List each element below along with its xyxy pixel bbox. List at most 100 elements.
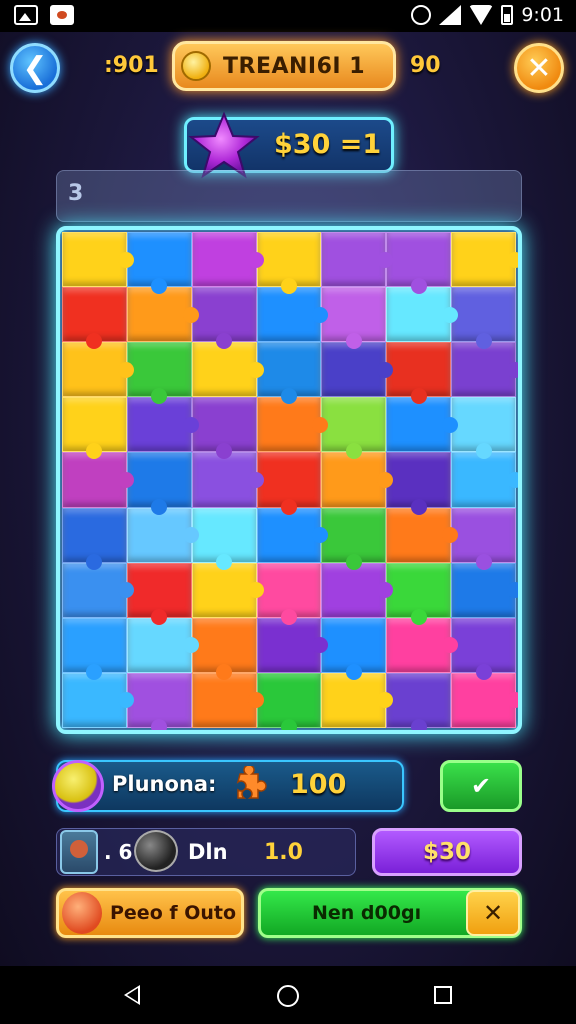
info-strip — [56, 170, 522, 222]
puzzle-tile[interactable] — [451, 507, 516, 570]
power-label: Plunona: — [112, 772, 217, 796]
system-icons: 9:01 — [411, 4, 564, 26]
puzzle-tile[interactable] — [191, 397, 257, 460]
battery-icon — [501, 5, 514, 25]
creature-icon — [62, 892, 102, 934]
puzzle-tile[interactable] — [451, 617, 516, 680]
puzzle-tile[interactable] — [256, 562, 322, 625]
power-count: 100 — [290, 769, 347, 800]
puzzle-tile[interactable] — [451, 562, 518, 618]
puzzle-tile[interactable] — [126, 507, 199, 563]
bomb-icon[interactable] — [134, 830, 178, 872]
puzzle-tile[interactable] — [191, 507, 257, 570]
puzzle-tile[interactable] — [451, 452, 518, 508]
close-icon: ✕ — [526, 50, 552, 86]
stat-label: Dln — [188, 840, 228, 864]
puzzle-tile[interactable] — [126, 287, 199, 343]
puzzle-tile[interactable] — [126, 342, 192, 405]
puzzle-tile[interactable] — [386, 232, 452, 295]
puzzle-tile[interactable] — [126, 397, 199, 453]
puzzle-tile[interactable] — [62, 232, 134, 288]
puzzle-tile[interactable] — [321, 562, 394, 618]
puzzle-board[interactable] — [56, 226, 522, 734]
back-button[interactable]: ❮ — [10, 43, 60, 93]
puzzle-tile[interactable] — [126, 232, 192, 295]
puzzle-tile[interactable] — [256, 617, 329, 673]
puzzle-tile[interactable] — [191, 562, 264, 618]
puzzle-tile[interactable] — [321, 507, 387, 570]
puzzle-tile[interactable] — [321, 232, 394, 288]
image-notification-icon — [14, 5, 38, 25]
score-value: $30 =1 — [274, 129, 382, 160]
puzzle-tile[interactable] — [62, 342, 134, 398]
clock: 9:01 — [521, 4, 564, 26]
info-value: 3 — [68, 181, 84, 206]
puzzle-tile[interactable] — [126, 562, 192, 625]
dismiss-button[interactable]: ✕ — [466, 890, 520, 936]
puzzle-tile[interactable] — [386, 397, 458, 453]
puzzle-tile[interactable] — [62, 562, 134, 618]
puzzle-tile[interactable] — [256, 672, 322, 730]
puzzle-tile[interactable] — [451, 287, 516, 350]
puzzle-tile[interactable] — [191, 617, 257, 680]
puzzle-tile[interactable] — [451, 342, 518, 398]
puzzle-tile[interactable] — [256, 232, 322, 295]
level-title: TREANI6I 1 — [223, 53, 366, 79]
puzzle-tile[interactable] — [126, 672, 192, 730]
puzzle-tile[interactable] — [321, 452, 394, 508]
status-bar: 9:01 — [0, 0, 576, 32]
close-button[interactable]: ✕ — [514, 43, 564, 93]
puzzle-tile[interactable] — [191, 452, 264, 508]
puzzle-tile[interactable] — [386, 452, 452, 515]
nav-recents-icon[interactable] — [434, 986, 452, 1004]
puzzle-tile[interactable] — [191, 232, 264, 288]
nav-home-icon[interactable] — [277, 985, 299, 1007]
puzzle-tile[interactable] — [386, 562, 452, 625]
stat-small-value: . 6 — [104, 840, 133, 864]
puzzle-tile[interactable] — [256, 342, 322, 405]
puzzle-tile[interactable] — [256, 287, 329, 343]
puzzle-tile[interactable] — [256, 452, 322, 515]
puzzle-tile[interactable] — [62, 617, 127, 680]
puzzle-tile[interactable] — [62, 287, 127, 350]
puzzle-tile[interactable] — [62, 452, 134, 508]
alarm-icon — [411, 5, 432, 25]
puzzle-tile[interactable] — [62, 672, 134, 728]
puzzle-tile[interactable] — [126, 617, 199, 673]
puzzle-tile[interactable] — [386, 672, 452, 730]
left-action-label: Peeo f Outo — [110, 902, 237, 924]
puzzle-tile[interactable] — [321, 617, 387, 680]
puzzle-tile[interactable] — [451, 672, 518, 728]
puzzle-tile[interactable] — [126, 452, 192, 515]
puzzle-tile[interactable] — [191, 342, 264, 398]
close-icon: ✕ — [482, 899, 504, 927]
puzzle-tile[interactable] — [386, 507, 458, 563]
power-orb-icon[interactable] — [52, 760, 104, 812]
puzzle-tile[interactable] — [321, 342, 394, 398]
puzzle-tile[interactable] — [321, 672, 394, 728]
puzzle-tile[interactable] — [321, 287, 387, 350]
buy-button[interactable]: $30 — [372, 828, 522, 876]
puzzle-tile[interactable] — [256, 507, 329, 563]
puzzle-tile[interactable] — [62, 507, 127, 570]
puzzle-tile[interactable] — [256, 397, 329, 453]
puzzle-tile[interactable] — [191, 672, 264, 728]
nav-back-icon[interactable] — [124, 985, 140, 1005]
game-notification-icon — [50, 5, 74, 25]
puzzle-grid[interactable] — [62, 232, 518, 730]
signal-icon — [439, 5, 462, 25]
right-counter: 90 — [410, 53, 441, 78]
puzzle-tile[interactable] — [451, 397, 516, 460]
puzzle-tile[interactable] — [386, 342, 452, 405]
puzzle-tile[interactable] — [191, 287, 257, 350]
puzzle-tile[interactable] — [62, 397, 127, 460]
puzzle-tile[interactable] — [321, 397, 387, 460]
puzzle-tile[interactable] — [386, 287, 458, 343]
level-title-banner: TREANI6I 1 — [172, 41, 396, 91]
avatar-icon[interactable] — [60, 830, 98, 874]
check-icon: ✔ — [470, 772, 492, 800]
right-action-label: Nen d00gı — [312, 902, 422, 924]
puzzle-tile[interactable] — [451, 232, 518, 288]
confirm-button[interactable]: ✔ — [440, 760, 522, 812]
puzzle-tile[interactable] — [386, 617, 458, 673]
